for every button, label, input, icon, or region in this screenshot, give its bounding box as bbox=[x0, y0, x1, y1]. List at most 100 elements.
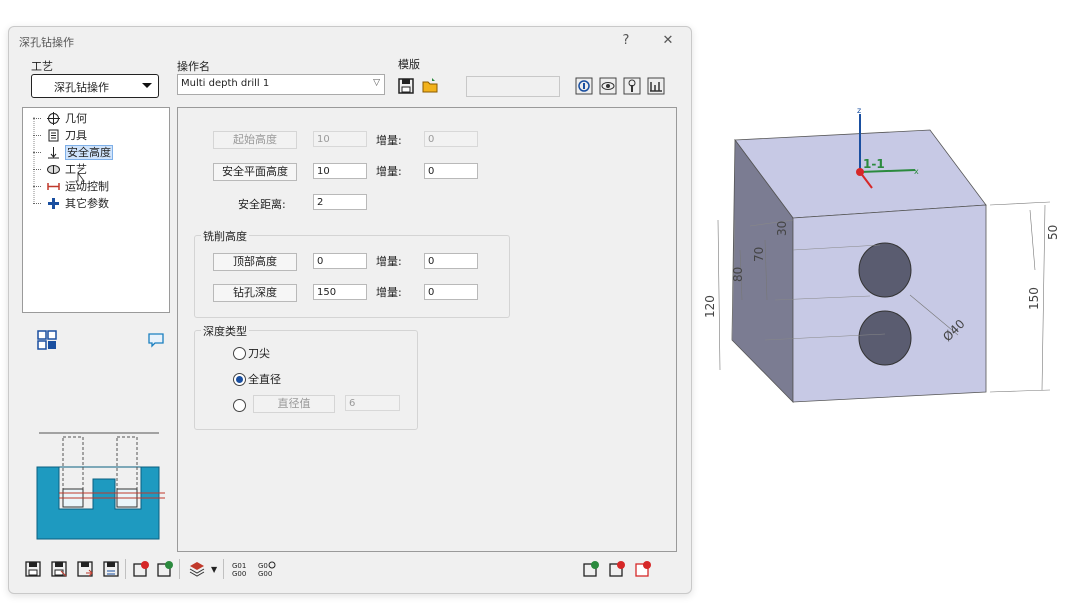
key-icon[interactable] bbox=[623, 77, 641, 95]
svg-text:G00: G00 bbox=[232, 570, 246, 577]
safe-plane-input[interactable]: 10 bbox=[313, 163, 367, 179]
top-height-inc-label: 增量: bbox=[376, 255, 402, 268]
motion-icon bbox=[46, 182, 60, 190]
safe-height-icon bbox=[47, 146, 59, 158]
save-as-icon[interactable] bbox=[51, 561, 67, 577]
part-front-face bbox=[792, 204, 987, 403]
save-template-icon[interactable] bbox=[397, 77, 415, 95]
comment-icon[interactable] bbox=[147, 331, 165, 349]
tree-dash bbox=[33, 117, 41, 119]
safe-plane-inc-label: 增量: bbox=[376, 165, 402, 178]
close-button[interactable]: ✕ bbox=[659, 32, 677, 50]
dim-150: 150 bbox=[1027, 287, 1041, 310]
cut-height-group: 铣削高度 顶部高度 0 增量: 0 钻孔深度 150 增量: 0 bbox=[194, 228, 510, 318]
help-button[interactable]: ? bbox=[617, 32, 635, 50]
mouse-cursor-icon bbox=[75, 172, 85, 186]
safe-plane-button[interactable]: 安全平面高度 bbox=[213, 163, 297, 181]
tree-item-label: 安全高度 bbox=[65, 145, 113, 160]
safe-plane-inc-input[interactable]: 0 bbox=[424, 163, 478, 179]
diameter-value-input: 6 bbox=[345, 395, 400, 411]
chevron-down-icon bbox=[142, 83, 152, 88]
svg-text:G0: G0 bbox=[258, 562, 268, 570]
tree-item-label: 几何 bbox=[65, 112, 87, 125]
crosshair-icon bbox=[46, 111, 60, 125]
frame-label: 1-1 bbox=[863, 157, 885, 171]
drill-depth-inc-label: 增量: bbox=[376, 286, 402, 299]
tree-item-safe-height[interactable]: 安全高度 bbox=[33, 144, 113, 160]
top-height-input[interactable]: 0 bbox=[313, 253, 367, 269]
lower-hole bbox=[858, 310, 912, 366]
tree-item-tool[interactable]: 刀具 bbox=[33, 127, 87, 143]
template-field[interactable] bbox=[466, 76, 560, 97]
depth-type-group: 深度类型 刀尖 全直径 直径值 6 bbox=[194, 323, 418, 430]
dim-50: 50 bbox=[1046, 225, 1060, 240]
tree-item-label: 运动控制 bbox=[65, 180, 109, 193]
op-name-label: 操作名 bbox=[177, 60, 210, 73]
layers-icon[interactable] bbox=[189, 561, 205, 577]
tree-dash bbox=[33, 134, 41, 136]
apply-icon[interactable] bbox=[583, 561, 599, 577]
save-icon[interactable] bbox=[25, 561, 41, 577]
3d-part-view: 30 70 80 120 50 150 Ø40 z x 1-1 bbox=[703, 106, 1060, 403]
drill-depth-button[interactable]: 钻孔深度 bbox=[213, 284, 297, 302]
depth-type-group-title: 深度类型 bbox=[201, 323, 249, 339]
info-icon[interactable] bbox=[575, 77, 593, 95]
toolbar-separator bbox=[179, 559, 180, 579]
axis-z-label: z bbox=[857, 106, 861, 115]
start-height-input: 10 bbox=[313, 131, 367, 147]
start-height-inc-input: 0 bbox=[424, 131, 478, 147]
tree-dash bbox=[33, 151, 41, 153]
tree-item-motion[interactable]: 运动控制 bbox=[33, 178, 109, 194]
op-name-select[interactable]: Multi depth drill 1 ▽ bbox=[177, 74, 385, 95]
dim-120: 120 bbox=[703, 295, 717, 318]
tree-item-geometry[interactable]: 几何 bbox=[33, 110, 87, 126]
upper-hole bbox=[858, 242, 912, 298]
depth-type-tip-label: 刀尖 bbox=[248, 347, 270, 360]
depth-type-full-radio[interactable] bbox=[233, 373, 246, 386]
template-label: 模版 bbox=[398, 58, 420, 71]
start-height-inc-label: 增量: bbox=[376, 134, 402, 147]
drill-depth-inc-input[interactable]: 0 bbox=[424, 284, 478, 300]
drill-depth-diagram bbox=[36, 432, 165, 540]
svg-text:G01: G01 bbox=[232, 562, 246, 570]
chevron-down-icon: ▽ bbox=[373, 78, 380, 88]
tree-dash bbox=[33, 185, 41, 187]
g01-g00-icon[interactable]: G01G00 bbox=[231, 561, 251, 577]
diameter-value-button: 直径值 bbox=[253, 395, 335, 413]
parameters-panel: 起始高度 10 增量: 0 安全平面高度 10 增量: 0 安全距离: 2 铣削… bbox=[177, 107, 677, 552]
top-height-button[interactable]: 顶部高度 bbox=[213, 253, 297, 271]
add-op-icon[interactable] bbox=[157, 561, 173, 577]
tool-icon bbox=[48, 129, 58, 141]
plus-icon bbox=[47, 197, 59, 209]
cancel-icon[interactable] bbox=[635, 561, 651, 577]
tree-item-other[interactable]: 其它参数 bbox=[33, 195, 109, 211]
toolbar-separator bbox=[125, 559, 126, 579]
preview-icon[interactable] bbox=[599, 77, 617, 95]
chevron-down-icon[interactable]: ▼ bbox=[211, 565, 217, 574]
process-dropdown[interactable]: 深孔钻操作 bbox=[31, 74, 159, 98]
save-copy-icon[interactable] bbox=[77, 561, 93, 577]
process-value: 深孔钻操作 bbox=[54, 81, 109, 94]
dialog-title: 深孔钻操作 bbox=[19, 36, 74, 49]
svg-text:G00: G00 bbox=[258, 570, 272, 577]
depth-type-tip-radio[interactable] bbox=[233, 347, 246, 360]
safe-dist-input[interactable]: 2 bbox=[313, 194, 367, 210]
delete-op-icon[interactable] bbox=[133, 561, 149, 577]
drill-depth-input[interactable]: 150 bbox=[313, 284, 367, 300]
calculate-icon[interactable] bbox=[609, 561, 625, 577]
depth-type-dia-radio[interactable] bbox=[233, 399, 246, 412]
process-label: 工艺 bbox=[31, 60, 53, 73]
top-height-inc-input[interactable]: 0 bbox=[424, 253, 478, 269]
g00-sim-icon[interactable]: G0G00 bbox=[257, 561, 277, 577]
deep-drill-dialog: 深孔钻操作 ? ✕ 工艺 深孔钻操作 操作名 Multi depth drill… bbox=[8, 26, 692, 594]
open-template-icon[interactable] bbox=[421, 77, 439, 95]
title-bar: 深孔钻操作 ? ✕ bbox=[9, 27, 691, 55]
save-export-icon[interactable] bbox=[103, 561, 119, 577]
dim-70: 70 bbox=[752, 247, 766, 262]
measure-icon[interactable] bbox=[647, 77, 665, 95]
tree-item-label: 刀具 bbox=[65, 129, 87, 142]
op-name-value: Multi depth drill 1 bbox=[181, 78, 270, 89]
grid-layout-icon[interactable] bbox=[37, 330, 57, 350]
safe-dist-label: 安全距离: bbox=[238, 198, 286, 211]
process-icon bbox=[46, 164, 60, 174]
